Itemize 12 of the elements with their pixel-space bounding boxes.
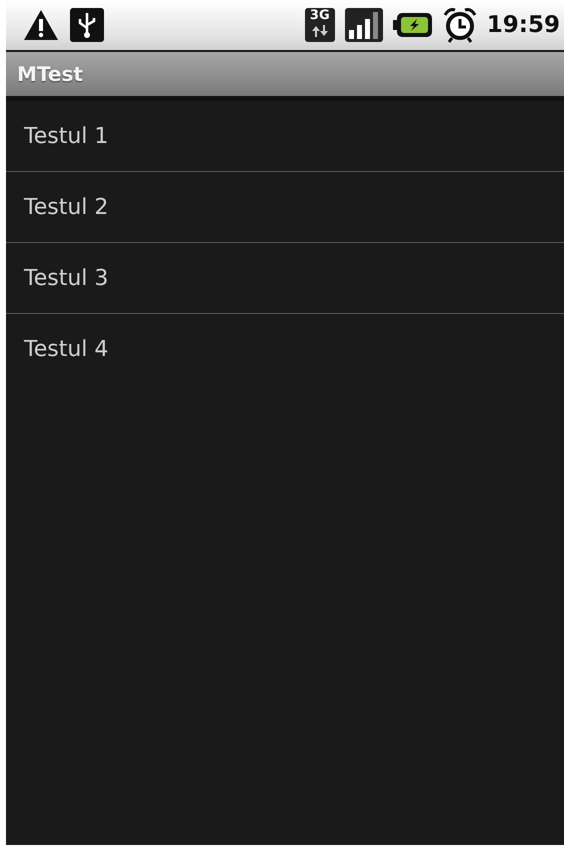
list-item[interactable]: Testul 1 — [24, 124, 108, 148]
list-item[interactable]: Testul 2 — [24, 194, 108, 220]
list-item[interactable]: Testul 3 — [24, 266, 108, 290]
warning-icon — [22, 8, 60, 42]
network-type-icon: 3G — [304, 8, 335, 42]
battery-icon — [392, 12, 433, 38]
signal-icon — [344, 8, 383, 42]
usb-icon — [70, 8, 104, 42]
list-item[interactable]: Testul 4 — [24, 336, 108, 362]
app-title: MTest — [17, 62, 83, 86]
alarm-clock-icon — [442, 7, 477, 43]
status-time: 19:59 — [486, 12, 560, 38]
